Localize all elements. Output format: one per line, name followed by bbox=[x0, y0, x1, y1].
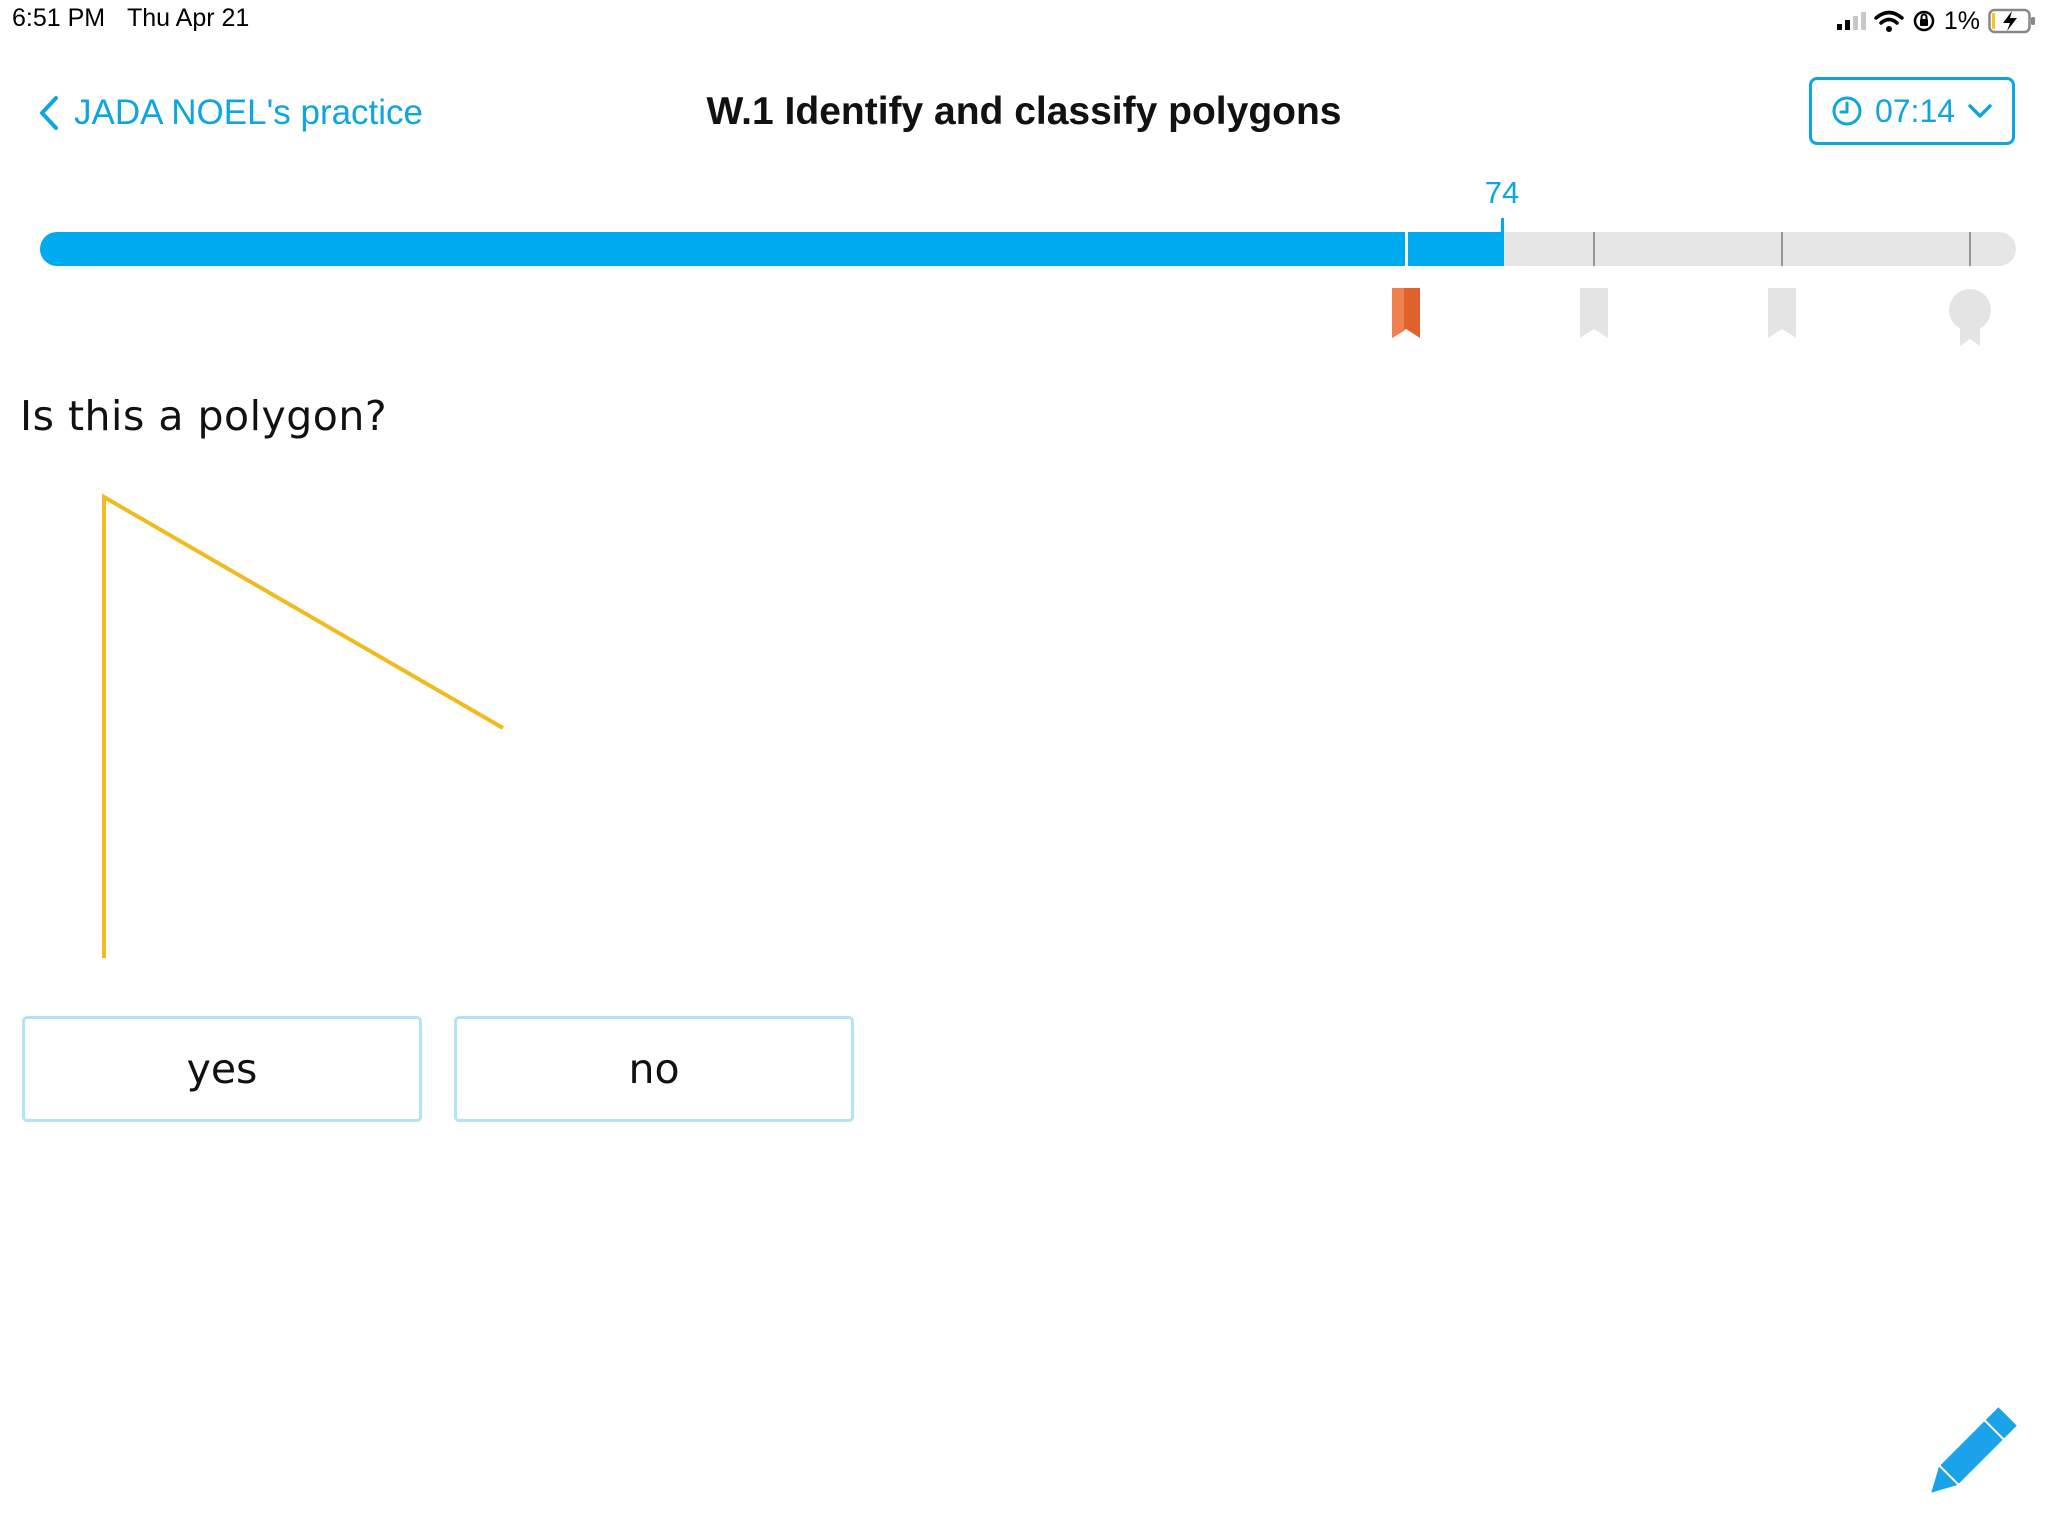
bookmark-icon bbox=[1580, 288, 1608, 338]
wifi-icon bbox=[1874, 10, 1904, 32]
medal-icon bbox=[1949, 289, 1991, 346]
figure-open-path bbox=[102, 493, 505, 958]
smartscore-marker bbox=[1501, 218, 1504, 266]
clock-icon bbox=[1832, 96, 1862, 126]
timer-button[interactable]: 07:14 bbox=[1809, 77, 2015, 145]
battery-percent: 1% bbox=[1943, 6, 1980, 35]
answer-no-button[interactable]: no bbox=[454, 1016, 854, 1122]
open-figure bbox=[102, 493, 505, 958]
milestone-tick bbox=[1969, 232, 1971, 266]
pencil-icon[interactable] bbox=[1918, 1406, 2018, 1506]
smartscore-value: 74 bbox=[1484, 175, 1520, 210]
milestone-tick bbox=[1405, 232, 1408, 266]
milestone-tick bbox=[1593, 232, 1595, 266]
milestone-tick bbox=[1781, 232, 1783, 266]
orientation-lock-icon bbox=[1913, 10, 1935, 32]
battery-charging-icon bbox=[1988, 8, 2035, 34]
answer-yes-button[interactable]: yes bbox=[22, 1016, 422, 1122]
cellular-signal-icon bbox=[1836, 12, 1866, 30]
chevron-down-icon bbox=[1968, 104, 1992, 118]
timer-value: 07:14 bbox=[1874, 92, 1956, 129]
bookmark-icon bbox=[1768, 288, 1796, 338]
bookmark-earned-icon bbox=[1392, 288, 1420, 338]
status-icons: 1% bbox=[1836, 6, 2038, 36]
